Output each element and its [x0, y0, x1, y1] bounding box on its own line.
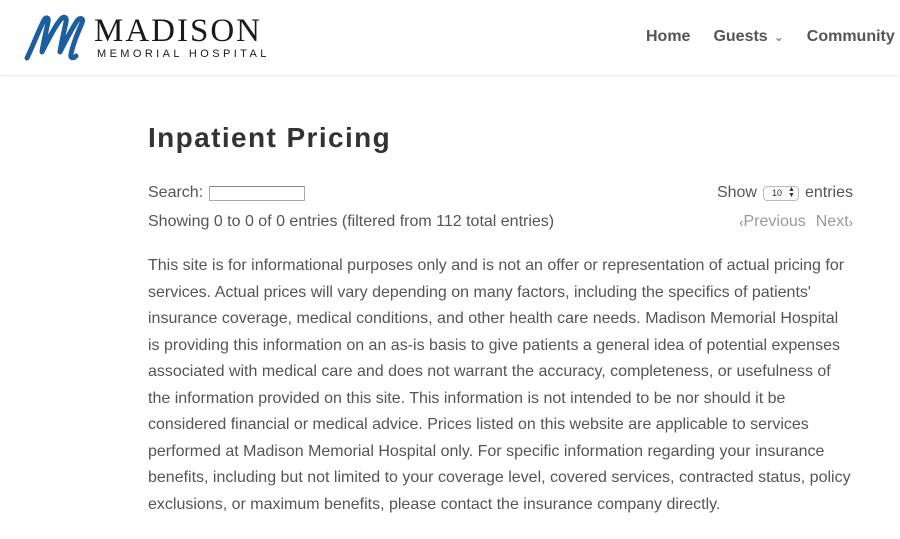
page-title: Inpatient Pricing [148, 122, 392, 153]
nav-item-label: Community In [806, 28, 900, 45]
table-info: Showing 0 to 0 of 0 entries (filtered fr… [148, 213, 555, 230]
search-filter: Search: [148, 184, 306, 202]
next-label: Next [815, 213, 849, 230]
nav-item-community[interactable]: Community In [807, 28, 900, 46]
show-label: Show [716, 184, 757, 201]
logo-name: MADISON [94, 13, 263, 49]
previous-label: Previous [743, 213, 806, 230]
table-controls: Search: Show 10 ▲ ▼ entries [148, 182, 853, 206]
entries-select-value: 10 [771, 188, 782, 198]
chevron-down-icon: ⌄ [773, 30, 784, 44]
table-info-row: Showing 0 to 0 of 0 entries (filtered fr… [148, 213, 853, 235]
madison-m-logo-icon [24, 14, 85, 61]
nav-item-label: Home [646, 28, 691, 45]
search-label: Search: [148, 184, 204, 201]
site-logo[interactable]: MADISON MEMORIAL HOSPITAL [24, 14, 270, 62]
main-nav: Home Guests ⌄ Community In [646, 28, 900, 46]
pricing-disclaimer: This site is for informational purposes … [148, 257, 851, 513]
select-arrows-icon: ▲ ▼ [788, 186, 795, 199]
previous-button[interactable]: ‹ Previous [739, 213, 806, 231]
nav-item-label: Guests [713, 28, 768, 45]
site-header: MADISON MEMORIAL HOSPITAL Home Guests ⌄ … [0, 0, 900, 76]
next-button[interactable]: Next › [816, 213, 853, 231]
nav-item-home[interactable]: Home [646, 28, 690, 46]
entries-select[interactable]: 10 ▲ ▼ [762, 185, 799, 201]
logo-text: MADISON MEMORIAL HOSPITAL [94, 15, 270, 61]
pagination: ‹ Previous Next › [739, 213, 853, 231]
entries-label: entries [804, 184, 853, 201]
chevron-right-icon: › [848, 214, 853, 230]
entries-length: Show 10 ▲ ▼ entries [717, 184, 853, 202]
search-input[interactable] [209, 185, 306, 201]
nav-item-guests[interactable]: Guests ⌄ [713, 28, 783, 46]
main-content: Inpatient Pricing Search: Show 10 ▲ ▼ ent… [148, 118, 853, 513]
logo-subtitle: MEMORIAL HOSPITAL [97, 48, 270, 60]
